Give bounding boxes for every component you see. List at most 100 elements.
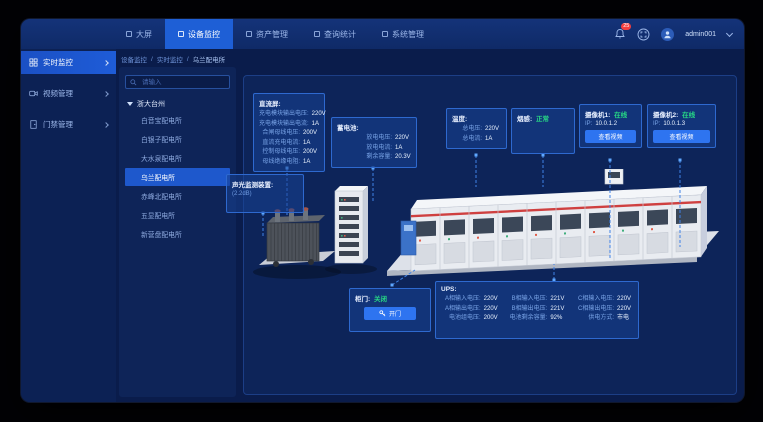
panel-title: 烟感: 正常 (517, 113, 569, 123)
metric-label: 充电模块输出电压: (259, 110, 309, 120)
asset-icon (246, 31, 252, 37)
tab-asset-management[interactable]: 资产管理 (233, 19, 301, 49)
chevron-right-icon (103, 122, 109, 128)
metric-label: B相输出电压: (508, 305, 548, 315)
username-label: admin001 (685, 31, 716, 38)
switchgear-row-illustration (401, 186, 707, 271)
tab-device-monitor[interactable]: 设备监控 (165, 19, 233, 49)
screen-icon (126, 31, 132, 37)
sidebar-item-label: 门禁管理 (43, 119, 99, 130)
camera1-panel: 摄像机1: 在线 IP:10.0.1.2 查看视频 (579, 104, 642, 148)
tab-dashboard[interactable]: 大屏 (113, 19, 165, 49)
fullscreen-icon[interactable] (637, 28, 650, 41)
search-icon (130, 79, 137, 86)
metric-label: 放电电流: (337, 144, 392, 154)
user-avatar[interactable] (661, 28, 674, 41)
metric-value: 1A (485, 135, 501, 145)
metric-label: A相输入电压: (441, 295, 481, 305)
metric-label: 放电电压: (337, 134, 392, 144)
top-nav-bar: 大屏 设备监控 资产管理 查询统计 系统管理 (21, 19, 744, 49)
metric-label: C相输入电压: (574, 295, 614, 305)
metric-label: 合闸母线电压: (259, 129, 300, 139)
blue-cabinet-screen (404, 225, 413, 231)
tree-item-substation[interactable]: 五显配电所 (125, 206, 230, 224)
tree-item-substation[interactable]: 大水泉配电所 (125, 149, 230, 167)
caret-down-icon (127, 102, 133, 106)
chevron-right-icon (103, 91, 109, 97)
metric-label: B相输入电压: (508, 295, 548, 305)
tab-query-statistics[interactable]: 查询统计 (301, 19, 369, 49)
user-menu-chevron-icon[interactable] (726, 29, 733, 36)
metric-label: 控制母线电压: (259, 148, 300, 158)
tab-label: 设备监控 (188, 29, 220, 40)
tree-item-substation[interactable]: 新营盘配电所 (125, 225, 230, 243)
smoke-sensor-panel: 烟感: 正常 (511, 108, 575, 154)
breadcrumb-separator: / (187, 56, 189, 63)
metric-label: 供电方式: (574, 314, 614, 324)
tab-system-management[interactable]: 系统管理 (369, 19, 437, 49)
monitor-icon (178, 31, 184, 37)
door-status-badge: 关闭 (374, 296, 387, 303)
metric-value: 220V (484, 295, 500, 305)
tree-root-node[interactable]: 浙大台州 (127, 99, 228, 109)
sound-light-monitor-panel: 声光监测装置: (2.2dB) (226, 174, 304, 213)
metric-value: 220V (395, 134, 411, 144)
sidebar-item-video-management[interactable]: 视频管理 (21, 82, 116, 105)
panel-title: 柜门: 关闭 (355, 293, 425, 303)
metric-value: 市电 (617, 314, 633, 324)
user-avatar-icon (663, 30, 672, 39)
metric-label: 总电流: (452, 135, 482, 145)
metric-value: 221V (550, 305, 566, 315)
tree-item-substation-selected[interactable]: 乌兰配电所 (125, 168, 230, 186)
tab-label: 查询统计 (324, 29, 356, 40)
panel-title: 摄像机1: 在线 (585, 109, 636, 119)
breadcrumb-item[interactable]: 实时监控 (157, 54, 183, 64)
metric-value: 1A (312, 120, 328, 130)
panel-title: 温度: (452, 113, 501, 123)
tree-search (125, 75, 230, 89)
sidebar-item-realtime-monitor[interactable]: 实时监控 (21, 51, 116, 74)
stats-icon (314, 31, 320, 37)
metric-label: 母线绝缘电阻: (259, 158, 300, 168)
decibel-value: (2.2dB) (232, 191, 298, 197)
camera2-panel: 摄像机2: 在线 IP:10.0.1.3 查看视频 (647, 104, 716, 148)
ups-phase-a-column: A相输入电压:220V A相输出电压:220V 电池组电压:200V (441, 295, 500, 324)
metric-value: 200V (484, 314, 500, 324)
panel-title: 摄像机2: 在线 (653, 109, 710, 119)
ups-phase-b-column: B相输入电压:221V B相输出电压:221V 电池剩余容量:92% (508, 295, 567, 324)
transformer-illustration (259, 207, 335, 267)
view-video-button[interactable]: 查看视频 (653, 130, 710, 143)
ups-panel: UPS: A相输入电压:220V A相输出电压:220V 电池组电压:200V … (435, 281, 639, 339)
notification-badge: 25 (621, 23, 631, 30)
metric-value: 220V (485, 125, 501, 135)
app-window: 大屏 设备监控 资产管理 查询统计 系统管理 (21, 19, 744, 402)
sidebar-item-access-control[interactable]: 门禁管理 (21, 113, 116, 136)
monitor-grid-icon (29, 58, 38, 67)
left-sidebar: 实时监控 视频管理 门禁管理 (21, 49, 116, 402)
key-icon (379, 310, 386, 317)
open-door-label: 开门 (389, 309, 401, 318)
open-door-button[interactable]: 开门 (364, 307, 416, 320)
tab-label: 大屏 (136, 29, 152, 40)
metric-value: 220V (617, 305, 633, 315)
cabinet-shadow (325, 264, 377, 274)
tree-item-substation[interactable]: 赤峰北配电所 (125, 187, 230, 205)
panel-title: 蓄电池: (337, 122, 411, 132)
breadcrumb-item[interactable]: 设备监控 (121, 54, 147, 64)
metric-value: 220V (312, 110, 328, 120)
nav-tabs: 大屏 设备监控 资产管理 查询统计 系统管理 (113, 19, 437, 49)
ip-label: IP: (585, 121, 592, 127)
sidebar-item-label: 实时监控 (43, 57, 99, 68)
view-video-button[interactable]: 查看视频 (585, 130, 636, 143)
metric-label: 直流充电电流: (259, 139, 300, 149)
notifications-button[interactable]: 25 (614, 28, 626, 40)
tree-item-substation[interactable]: 白音宝配电所 (125, 111, 230, 129)
top-right-actions: 25 admin001 (614, 19, 732, 49)
tab-label: 系统管理 (392, 29, 424, 40)
gear-icon (382, 31, 388, 37)
tab-label: 资产管理 (256, 29, 288, 40)
search-input[interactable] (140, 78, 225, 87)
status-badge: 在线 (614, 112, 627, 119)
metric-value: 220V (617, 295, 633, 305)
tree-item-substation[interactable]: 白银子配电所 (125, 130, 230, 148)
